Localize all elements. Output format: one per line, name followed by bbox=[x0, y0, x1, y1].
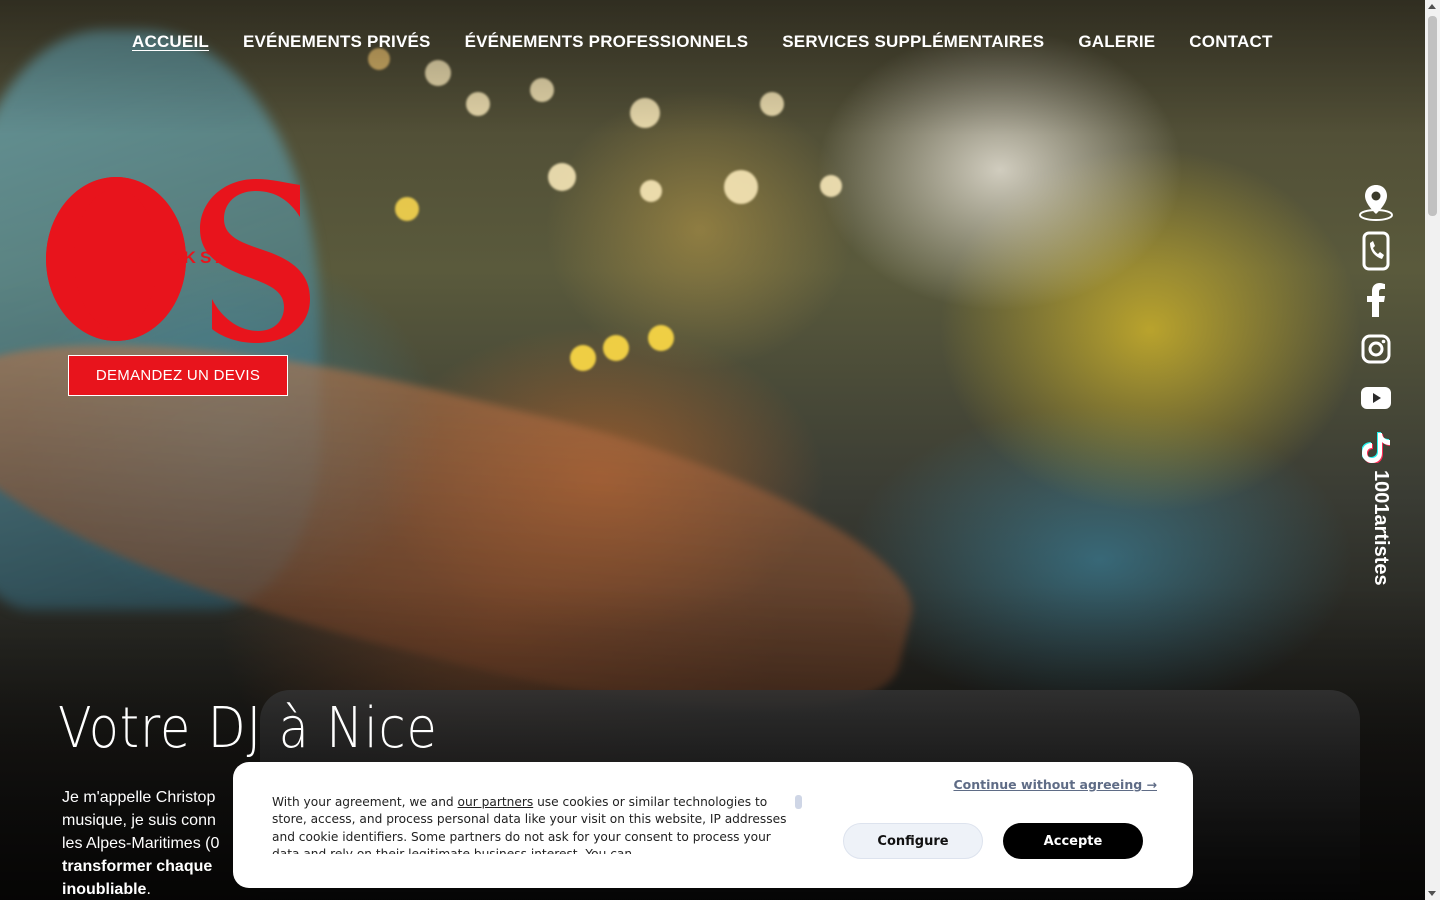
logo-text: DJ OKSA bbox=[128, 248, 232, 267]
page-scrollbar[interactable] bbox=[1425, 0, 1440, 900]
hero-title: Votre DJ à Nice bbox=[58, 696, 438, 761]
youtube-icon[interactable] bbox=[1356, 376, 1396, 420]
tiktok-icon[interactable] bbox=[1356, 425, 1396, 469]
cookie-consent-text: With your agreement, we and our partners… bbox=[272, 794, 792, 854]
phone-icon[interactable] bbox=[1356, 229, 1396, 273]
intro-line: Je m'appelle Christop bbox=[62, 789, 216, 806]
scroll-up-arrow-icon[interactable] bbox=[1428, 4, 1436, 9]
nav-item-galerie[interactable]: GALERIE bbox=[1078, 32, 1155, 52]
nav-item-evenements-professionnels[interactable]: ÉVÉNEMENTS PROFESSIONNELS bbox=[465, 32, 749, 52]
facebook-icon[interactable] bbox=[1356, 278, 1396, 322]
scroll-down-arrow-icon[interactable] bbox=[1428, 891, 1436, 896]
1001artistes-link[interactable]: 1001artistes bbox=[1362, 470, 1392, 600]
intro-line: les Alpes-Maritimes (0 bbox=[62, 835, 220, 852]
cookie-text-start: With your agreement, we and bbox=[272, 795, 458, 809]
intro-line: musique, je suis conn bbox=[62, 812, 216, 829]
continue-without-agreeing-link[interactable]: Continue without agreeing → bbox=[953, 777, 1157, 792]
intro-bold-line: transformer chaque bbox=[62, 858, 213, 875]
intro-end: . bbox=[146, 881, 151, 898]
nav-item-evenements-prives[interactable]: EVÉNEMENTS PRIVÉS bbox=[243, 32, 431, 52]
nav-item-services-supplementaires[interactable]: SERVICES SUPPLÉMENTAIRES bbox=[782, 32, 1044, 52]
nav-item-contact[interactable]: CONTACT bbox=[1189, 32, 1272, 52]
main-nav: ACCUEIL EVÉNEMENTS PRIVÉS ÉVÉNEMENTS PRO… bbox=[132, 32, 1273, 52]
hero-intro: Je m'appelle Christop musique, je suis c… bbox=[62, 786, 242, 900]
social-links bbox=[1356, 180, 1396, 474]
accept-button[interactable]: Accepte bbox=[1003, 823, 1143, 859]
our-partners-link[interactable]: our partners bbox=[458, 795, 534, 809]
request-quote-button[interactable]: DEMANDEZ UN DEVIS bbox=[68, 355, 288, 396]
cookie-consent-banner: With your agreement, we and our partners… bbox=[233, 762, 1193, 888]
cookie-text-scrollbar[interactable] bbox=[795, 795, 802, 809]
configure-button[interactable]: Configure bbox=[843, 823, 983, 859]
scrollbar-thumb[interactable] bbox=[1428, 16, 1437, 216]
intro-bold-line: inoubliable bbox=[62, 881, 147, 898]
instagram-icon[interactable] bbox=[1356, 327, 1396, 371]
map-pin-icon[interactable] bbox=[1356, 180, 1396, 224]
nav-item-accueil[interactable]: ACCUEIL bbox=[132, 32, 209, 52]
